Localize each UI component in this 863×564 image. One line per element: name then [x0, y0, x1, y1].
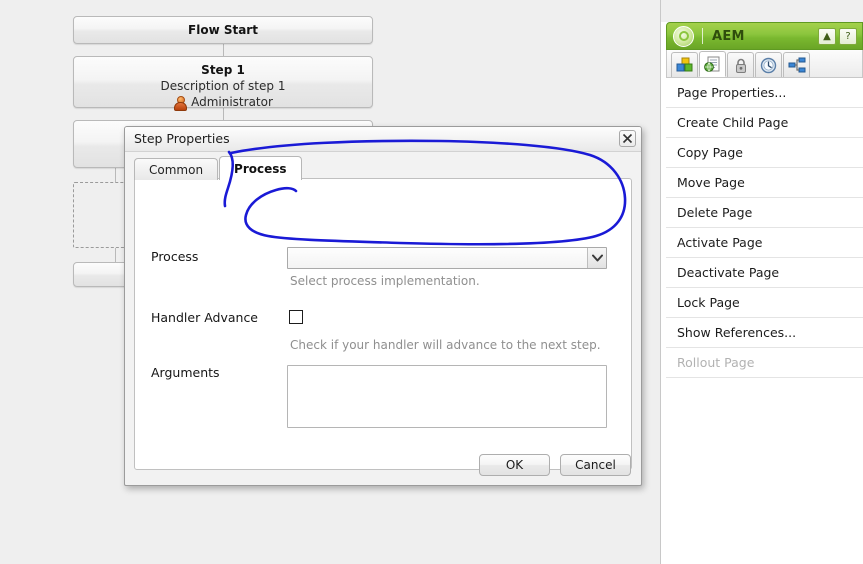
- sidebar-tab-workflow[interactable]: [783, 52, 810, 77]
- menu-item-lock-page[interactable]: Lock Page: [666, 288, 863, 318]
- aem-header-buttons: ▲ ?: [818, 27, 857, 45]
- flow-connector: [223, 44, 224, 56]
- handler-advance-checkbox[interactable]: [289, 310, 303, 324]
- aem-sidebar: AEM ▲ ? Page Properties... Create Child …: [660, 0, 863, 564]
- flow-node-title: Step 1: [201, 63, 245, 77]
- flow-node-title: Flow Start: [188, 23, 258, 37]
- menu-item-show-references[interactable]: Show References...: [666, 318, 863, 348]
- process-label: Process: [151, 249, 199, 264]
- process-hint: Select process implementation.: [290, 274, 480, 288]
- menu-item-page-properties[interactable]: Page Properties...: [666, 78, 863, 108]
- sidebar-tab-versions[interactable]: [755, 52, 782, 77]
- cubes-icon: [676, 57, 692, 72]
- flow-node-step-1[interactable]: Step 1 Description of step 1 Administrat…: [73, 56, 373, 111]
- person-icon: [173, 95, 188, 111]
- menu-item-copy-page[interactable]: Copy Page: [666, 138, 863, 168]
- ok-button[interactable]: OK: [479, 454, 550, 476]
- handler-advance-hint: Check if your handler will advance to th…: [290, 338, 601, 352]
- flow-connector: [115, 168, 116, 182]
- menu-item-delete-page[interactable]: Delete Page: [666, 198, 863, 228]
- clock-icon: [760, 57, 777, 73]
- process-select[interactable]: [287, 247, 607, 269]
- menu-item-deactivate-page[interactable]: Deactivate Page: [666, 258, 863, 288]
- flow-node-assignee: Administrator: [74, 94, 372, 111]
- cancel-button[interactable]: Cancel: [560, 454, 631, 476]
- flow-node-assignee-label: Administrator: [191, 95, 273, 109]
- header-divider: [702, 28, 703, 44]
- flow-node-start[interactable]: Flow Start: [73, 16, 373, 44]
- menu-item-rollout-page: Rollout Page: [666, 348, 863, 378]
- aem-header: AEM ▲ ?: [666, 22, 863, 50]
- aem-tabbar: [666, 50, 863, 78]
- chevron-down-icon[interactable]: [587, 248, 606, 268]
- dialog-title: Step Properties: [134, 131, 230, 146]
- page-icon: [704, 56, 720, 72]
- sitemap-icon: [788, 57, 805, 73]
- step-properties-dialog: Step Properties Common Process Process S…: [124, 126, 642, 486]
- flow-connector: [115, 248, 116, 262]
- handler-advance-label: Handler Advance: [151, 310, 259, 325]
- lock-icon: [735, 58, 746, 73]
- help-icon[interactable]: ?: [839, 27, 857, 45]
- aem-page-menu: Page Properties... Create Child Page Cop…: [666, 78, 863, 378]
- dialog-tabstrip: Common Process: [134, 155, 302, 180]
- dialog-button-bar: OK Cancel: [479, 454, 631, 476]
- close-icon[interactable]: [619, 130, 636, 147]
- tab-process[interactable]: Process: [219, 156, 302, 180]
- screen-root: Flow Start Step 1 Description of step 1 …: [0, 0, 863, 564]
- sidebar-top-gap: [661, 0, 863, 22]
- tab-common[interactable]: Common: [134, 158, 219, 180]
- aem-logo-icon: [673, 25, 694, 47]
- dialog-titlebar[interactable]: Step Properties: [125, 127, 641, 152]
- collapse-icon[interactable]: ▲: [818, 27, 836, 45]
- menu-item-create-child-page[interactable]: Create Child Page: [666, 108, 863, 138]
- aem-title: AEM: [712, 28, 745, 44]
- sidebar-tab-security[interactable]: [727, 52, 754, 77]
- sidebar-tab-components[interactable]: [671, 52, 698, 77]
- menu-item-move-page[interactable]: Move Page: [666, 168, 863, 198]
- arguments-textarea[interactable]: [287, 365, 607, 428]
- arguments-label: Arguments: [151, 365, 220, 380]
- flow-node-description: Description of step 1: [160, 79, 286, 93]
- dialog-tab-panel: Process Select process implementation. H…: [134, 178, 632, 470]
- menu-item-activate-page[interactable]: Activate Page: [666, 228, 863, 258]
- sidebar-tab-page[interactable]: [699, 51, 726, 77]
